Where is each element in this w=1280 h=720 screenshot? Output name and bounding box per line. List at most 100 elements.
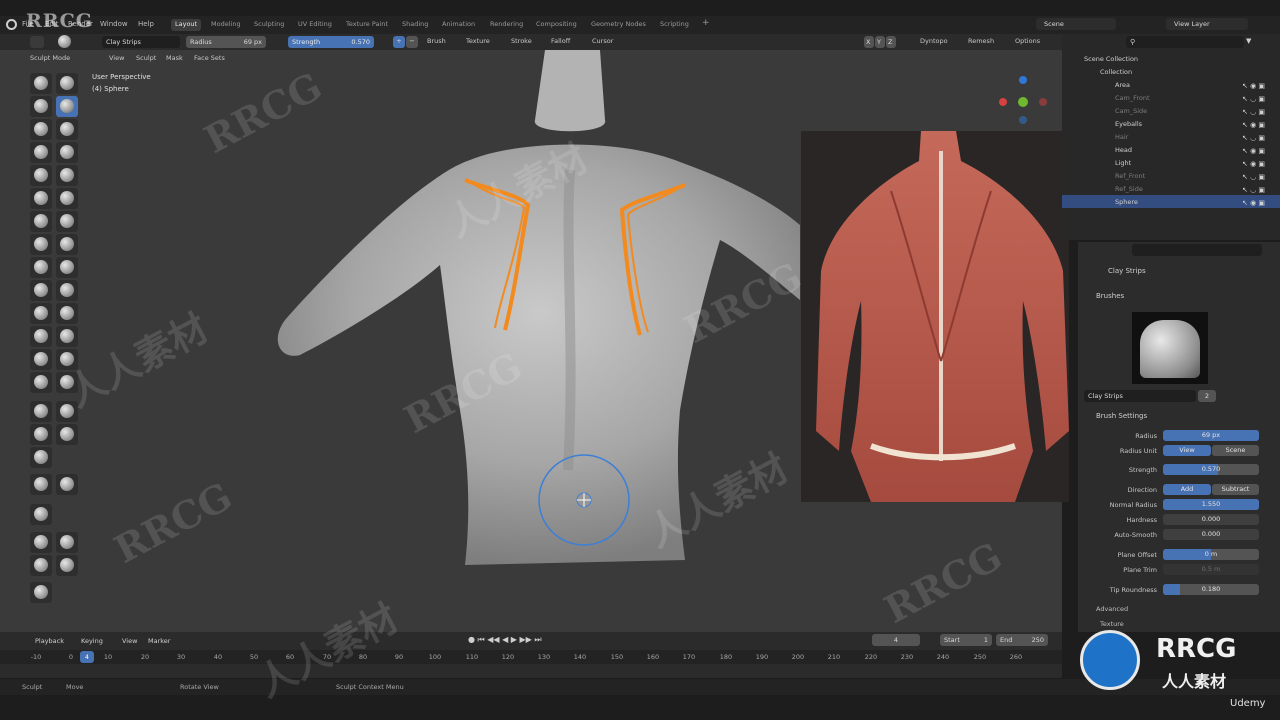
current-frame-field[interactable]: 4	[872, 634, 920, 646]
mesh-filter-tool[interactable]	[30, 474, 52, 495]
smooth-tool[interactable]	[56, 165, 78, 186]
snake-hook-tool[interactable]	[56, 257, 78, 278]
slide-relax-tool[interactable]	[30, 326, 52, 347]
auto-smooth-field[interactable]: 0.000	[1163, 529, 1259, 540]
blender-logo-icon[interactable]	[6, 19, 17, 30]
draw-sharp-tool[interactable]	[56, 73, 78, 94]
view-menu[interactable]: View	[109, 54, 124, 62]
strength-field[interactable]: Strength 0.570	[288, 36, 374, 48]
mode-selector[interactable]: Sculpt Mode	[30, 54, 70, 62]
options-menu[interactable]: Options	[1015, 37, 1040, 45]
outliner-collection[interactable]: Collection	[1062, 65, 1280, 78]
blob-tool[interactable]	[56, 142, 78, 163]
multiplane-scrape-tool[interactable]	[56, 211, 78, 232]
brushes-header[interactable]: Brushes	[1096, 292, 1124, 300]
falloff-menu[interactable]: Falloff	[551, 37, 570, 45]
box-face-set-tool[interactable]	[30, 424, 52, 445]
end-frame-field[interactable]: End 250	[996, 634, 1048, 646]
keying-menu[interactable]: Keying	[81, 637, 103, 645]
color-filter-tool[interactable]	[30, 504, 52, 525]
radius-setting-field[interactable]: 69 px	[1163, 430, 1259, 441]
properties-search-field[interactable]	[1132, 244, 1262, 256]
mask-tool[interactable]	[30, 372, 52, 393]
filter-icon[interactable]: ▼	[1246, 37, 1251, 45]
mask-menu[interactable]: Mask	[166, 54, 183, 62]
remesh-menu[interactable]: Remesh	[968, 37, 994, 45]
pose-tool[interactable]	[56, 280, 78, 301]
tab-layout[interactable]: Layout	[171, 19, 202, 31]
brush-icon[interactable]	[30, 36, 44, 48]
inflate-tool[interactable]	[30, 142, 52, 163]
boundary-tool[interactable]	[56, 326, 78, 347]
dyntopo-menu[interactable]: Dyntopo	[920, 37, 948, 45]
texture-panel-header[interactable]: Texture	[1100, 620, 1124, 628]
playback-menu[interactable]: Playback	[35, 637, 64, 645]
fill-tool[interactable]	[56, 188, 78, 209]
tab-scripting[interactable]: Scripting	[656, 19, 693, 31]
tab-geometry-nodes[interactable]: Geometry Nodes	[587, 19, 650, 31]
cloth-tool[interactable]	[30, 349, 52, 370]
playback-controls[interactable]: ● ⏮ ◀◀ ◀ ▶ ▶▶ ⏭	[468, 635, 542, 645]
draw-brush-tool[interactable]	[30, 73, 52, 94]
simplify-tool[interactable]	[56, 349, 78, 370]
brush-menu[interactable]: Brush	[427, 37, 446, 45]
tab-uv-editing[interactable]: UV Editing	[294, 19, 336, 31]
brush-settings-header[interactable]: Brush Settings	[1096, 412, 1147, 420]
strength-setting-field[interactable]: 0.570	[1163, 464, 1259, 475]
box-mask-tool[interactable]	[30, 401, 52, 422]
line-project-tool[interactable]	[30, 447, 52, 468]
scale-tool[interactable]	[30, 555, 52, 576]
clay-tool[interactable]	[30, 96, 52, 117]
layer-tool[interactable]	[56, 119, 78, 140]
rotate-transform-tool[interactable]	[56, 532, 78, 553]
timeline-view-menu[interactable]: View	[122, 637, 137, 645]
outliner-scene-collection[interactable]: Scene Collection	[1062, 52, 1280, 65]
thumb-tool[interactable]	[30, 280, 52, 301]
menu-window[interactable]: Window	[100, 20, 128, 28]
brush-name-field[interactable]: Clay Strips	[102, 36, 180, 48]
rotate-tool[interactable]	[56, 303, 78, 324]
radius-unit-scene-button[interactable]: Scene	[1212, 445, 1259, 456]
stroke-menu[interactable]: Stroke	[511, 37, 532, 45]
pinch-tool[interactable]	[30, 234, 52, 255]
scene-selector[interactable]: Scene	[1036, 18, 1116, 30]
tab-compositing[interactable]: Compositing	[532, 19, 581, 31]
radius-unit-view-button[interactable]: View	[1163, 445, 1211, 456]
normal-radius-field[interactable]: 1.550	[1163, 499, 1259, 510]
tab-shading[interactable]: Shading	[398, 19, 432, 31]
symmetry-x-toggle[interactable]: X	[864, 36, 874, 48]
clay-strips-tool[interactable]	[56, 96, 78, 117]
texture-menu[interactable]: Texture	[466, 37, 490, 45]
brush-thumbnail[interactable]	[1132, 312, 1208, 384]
flatten-tool[interactable]	[30, 188, 52, 209]
sculpt-menu[interactable]: Sculpt	[136, 54, 156, 62]
symmetry-y-toggle[interactable]: Y	[875, 36, 885, 48]
tab-modeling[interactable]: Modeling	[207, 19, 245, 31]
advanced-panel-header[interactable]: Advanced	[1096, 605, 1128, 613]
direction-add-button[interactable]: Add	[1163, 484, 1211, 495]
box-hide-tool[interactable]	[56, 401, 78, 422]
clay-thumb-tool[interactable]	[30, 119, 52, 140]
face-sets-menu[interactable]: Face Sets	[194, 54, 225, 62]
plane-offset-field[interactable]: 0 m	[1163, 549, 1259, 560]
visibility-toggles[interactable]: ↖ ◉ ▣ ↖ ◡ ▣ ↖ ◡ ▣ ↖ ◉ ▣ ↖ ◡ ▣ ↖ ◉ ▣ ↖ ◉ ▣ ↖ ◡ ▣…	[1242, 80, 1278, 208]
annotate-tool[interactable]	[30, 582, 52, 603]
tab-animation[interactable]: Animation	[438, 19, 479, 31]
tip-roundness-field[interactable]: 0.180	[1163, 584, 1259, 595]
hardness-field[interactable]: 0.000	[1163, 514, 1259, 525]
marker-menu[interactable]: Marker	[148, 637, 170, 645]
outliner-search-field[interactable]	[1126, 36, 1244, 48]
grab-tool[interactable]	[56, 234, 78, 255]
elastic-deform-tool[interactable]	[30, 257, 52, 278]
transform-tool[interactable]	[56, 555, 78, 576]
add-workspace-icon[interactable]: +	[698, 17, 714, 29]
move-tool[interactable]	[30, 532, 52, 553]
radius-field[interactable]: Radius 69 px	[186, 36, 266, 48]
scrape-tool[interactable]	[30, 211, 52, 232]
tab-rendering[interactable]: Rendering	[486, 19, 527, 31]
draw-face-sets-tool[interactable]	[56, 372, 78, 393]
tab-sculpting[interactable]: Sculpting	[250, 19, 288, 31]
view-layer-selector[interactable]: View Layer	[1166, 18, 1248, 30]
crease-tool[interactable]	[30, 165, 52, 186]
cloth-filter-tool[interactable]	[56, 474, 78, 495]
